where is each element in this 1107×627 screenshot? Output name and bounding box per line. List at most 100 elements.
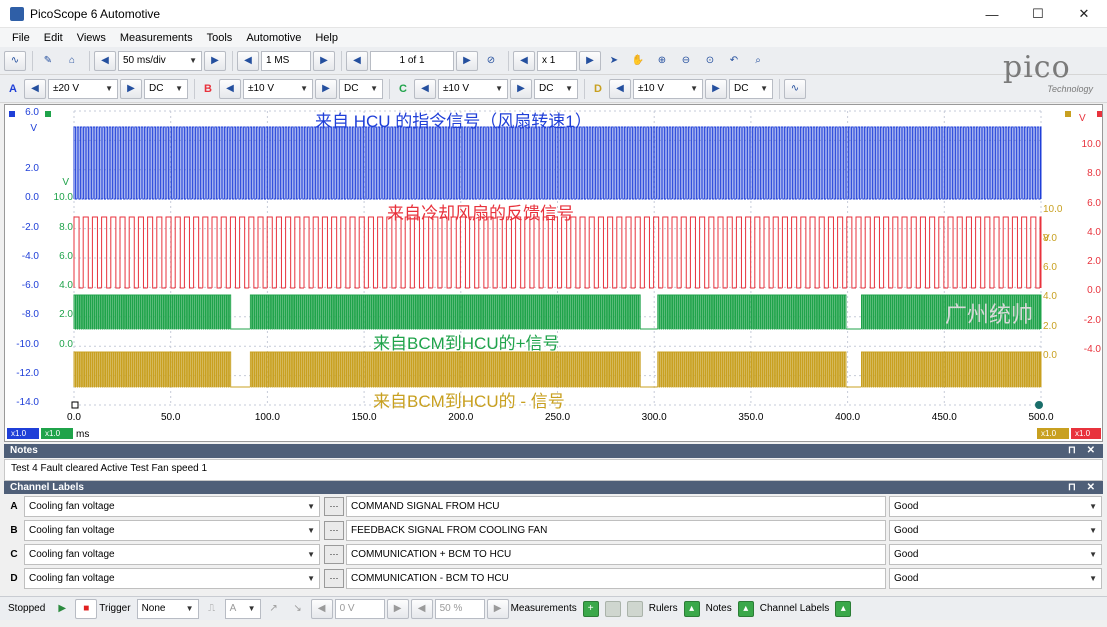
home-icon[interactable]: ⌂ <box>61 51 83 71</box>
menu-file[interactable]: File <box>12 32 30 44</box>
channel-c-button[interactable]: C <box>394 79 412 99</box>
channel-a-coupling-select[interactable]: DC ▼ <box>144 78 188 99</box>
channel-b-status-select[interactable]: Good ▼ <box>889 519 1102 541</box>
menu-edit[interactable]: Edit <box>44 32 63 44</box>
zoom-out-icon[interactable]: ⊖ <box>675 51 697 71</box>
channel-c-range-up-button[interactable]: ▶ <box>510 78 532 99</box>
rulers-icon[interactable]: ▴ <box>683 600 700 617</box>
timebase-up-button[interactable]: ▶ <box>204 50 226 71</box>
trigger-level-down-button[interactable]: ◀ <box>310 598 333 619</box>
zoom-area-icon[interactable]: ⊙ <box>699 51 721 71</box>
channel-label-row: C Cooling fan voltage ▼ ··· COMMUNICATION… <box>4 542 1103 566</box>
trigger-mode-select[interactable]: None ▼ <box>136 598 199 619</box>
zoom-down-button[interactable]: ◀ <box>513 50 535 71</box>
pretrigger-down-button[interactable]: ◀ <box>410 598 433 619</box>
channel-b-button[interactable]: B <box>199 79 217 99</box>
channel-b-range-up-button[interactable]: ▶ <box>315 78 337 99</box>
channel-c-description[interactable]: COMMUNICATION + BCM TO HCU <box>346 543 886 565</box>
samples-down-button[interactable]: ◀ <box>237 50 259 71</box>
channel-d-range-up-button[interactable]: ▶ <box>705 78 727 99</box>
math-channel-icon[interactable]: ∿ <box>784 78 806 99</box>
samples-select[interactable]: 1 MS <box>261 50 311 71</box>
channel-d-browse-button[interactable]: ··· <box>324 568 344 588</box>
channel-a-browse-button[interactable]: ··· <box>324 496 344 516</box>
add-measurement-icon[interactable]: + <box>582 600 599 617</box>
scope-mode-icon[interactable]: ∿ <box>4 50 26 71</box>
falling-edge-icon[interactable]: ↘ <box>287 599 309 619</box>
channel-d-type-select[interactable]: Cooling fan voltage ▼ <box>24 567 320 589</box>
channel-d-status-select[interactable]: Good ▼ <box>889 567 1102 589</box>
buffer-field[interactable]: 1 of 1 <box>370 50 454 71</box>
x-tick-label: 150.0 <box>352 412 377 423</box>
channel-d-range-down-button[interactable]: ◀ <box>609 78 631 99</box>
channel-a-range-up-button[interactable]: ▶ <box>120 78 142 99</box>
zoom-up-button[interactable]: ▶ <box>579 50 601 71</box>
channel-c-range-down-button[interactable]: ◀ <box>414 78 436 99</box>
hand-icon[interactable]: ✋ <box>627 51 649 71</box>
channel-b-range-select[interactable]: ±10 V ▼ <box>243 78 313 99</box>
channel-c-browse-button[interactable]: ··· <box>324 544 344 564</box>
channel-labels-controls[interactable]: ⊓ ✕ <box>1068 481 1099 495</box>
edit-measurement-icon[interactable] <box>604 600 621 617</box>
delete-measurement-icon[interactable] <box>626 600 643 617</box>
label-channel-c: 来自BCM到HCU的+信号 <box>373 334 560 353</box>
trigger-label: Trigger <box>99 603 131 614</box>
zoom-field[interactable]: x 1 <box>537 50 577 71</box>
menu-views[interactable]: Views <box>77 32 106 44</box>
axis-c-tick: 6.0 <box>59 251 73 262</box>
menu-automotive[interactable]: Automotive <box>246 32 301 44</box>
channel-c-coupling-select[interactable]: DC ▼ <box>534 78 578 99</box>
undo-zoom-icon[interactable]: ↶ <box>723 51 745 71</box>
menu-tools[interactable]: Tools <box>207 32 233 44</box>
trigger-level-up-button[interactable]: ▶ <box>386 598 409 619</box>
close-button[interactable]: ✕ <box>1061 0 1107 28</box>
channel-labels-icon[interactable]: ▴ <box>835 600 852 617</box>
channel-c-status-select[interactable]: Good ▼ <box>889 543 1102 565</box>
channel-b-coupling-select[interactable]: DC ▼ <box>339 78 383 99</box>
start-icon[interactable]: ▶ <box>51 599 73 619</box>
probe-wizard-icon[interactable]: ✎ <box>37 51 59 71</box>
rising-edge-icon[interactable]: ↗ <box>263 599 285 619</box>
scope-view[interactable]: 0.0 50.0 100.0 150.0 200.0 250.0 300.0 350.0 400… <box>4 104 1103 442</box>
maximize-button[interactable]: ☐ <box>1015 0 1061 28</box>
channel-d-description[interactable]: COMMUNICATION - BCM TO HCU <box>346 567 886 589</box>
channel-c-type-select[interactable]: Cooling fan voltage ▼ <box>24 543 320 565</box>
buffer-next-button[interactable]: ▶ <box>456 50 478 71</box>
channel-b-range-down-button[interactable]: ◀ <box>219 78 241 99</box>
minimize-button[interactable]: — <box>969 0 1015 28</box>
samples-up-button[interactable]: ▶ <box>313 50 335 71</box>
channel-a-button[interactable]: A <box>4 79 22 99</box>
advanced-trigger-icon[interactable]: ⎍ <box>201 599 223 619</box>
compass-icon[interactable]: ⊘ <box>480 51 502 71</box>
channel-a-description[interactable]: COMMAND SIGNAL FROM HCU <box>346 495 886 517</box>
channel-b-type-select[interactable]: Cooling fan voltage ▼ <box>24 519 320 541</box>
pretrigger-field[interactable]: 50 % <box>434 598 485 619</box>
notes-panel-controls[interactable]: ⊓ ✕ <box>1068 444 1099 458</box>
channel-d-coupling-select[interactable]: DC ▼ <box>729 78 773 99</box>
channel-a-status-select[interactable]: Good ▼ <box>889 495 1102 517</box>
channel-a-range-select[interactable]: ±20 V ▼ <box>48 78 118 99</box>
pointer-icon[interactable]: ➤ <box>603 51 625 71</box>
trigger-channel-select[interactable]: A ▼ <box>224 598 261 619</box>
buffer-prev-button[interactable]: ◀ <box>346 50 368 71</box>
pretrigger-up-button[interactable]: ▶ <box>486 598 509 619</box>
timebase-down-button[interactable]: ◀ <box>94 50 116 71</box>
channel-d-range-select[interactable]: ±10 V ▼ <box>633 78 703 99</box>
stop-icon[interactable]: ■ <box>75 598 98 619</box>
zoom-fit-icon[interactable]: ⌕ <box>747 51 769 71</box>
channel-a-range-down-button[interactable]: ◀ <box>24 78 46 99</box>
channel-b-browse-button[interactable]: ··· <box>324 520 344 540</box>
channel-d-button[interactable]: D <box>589 79 607 99</box>
notes-text[interactable]: Test 4 Fault cleared Active Test Fan spe… <box>4 459 1103 481</box>
x-tick-label: 350.0 <box>738 412 763 423</box>
channel-c-range-select[interactable]: ±10 V ▼ <box>438 78 508 99</box>
channel-b-description[interactable]: FEEDBACK SIGNAL FROM COOLING FAN <box>346 519 886 541</box>
zoom-in-icon[interactable]: ⊕ <box>651 51 673 71</box>
pico-logo: pico Technology <box>1003 50 1093 94</box>
menu-help[interactable]: Help <box>315 32 338 44</box>
channel-a-type-select[interactable]: Cooling fan voltage ▼ <box>24 495 320 517</box>
trigger-level-field[interactable]: 0 V <box>334 598 385 619</box>
timebase-select[interactable]: 50 ms/div ▼ <box>118 50 202 71</box>
menu-measurements[interactable]: Measurements <box>120 32 193 44</box>
notes-icon[interactable]: ▴ <box>737 600 754 617</box>
